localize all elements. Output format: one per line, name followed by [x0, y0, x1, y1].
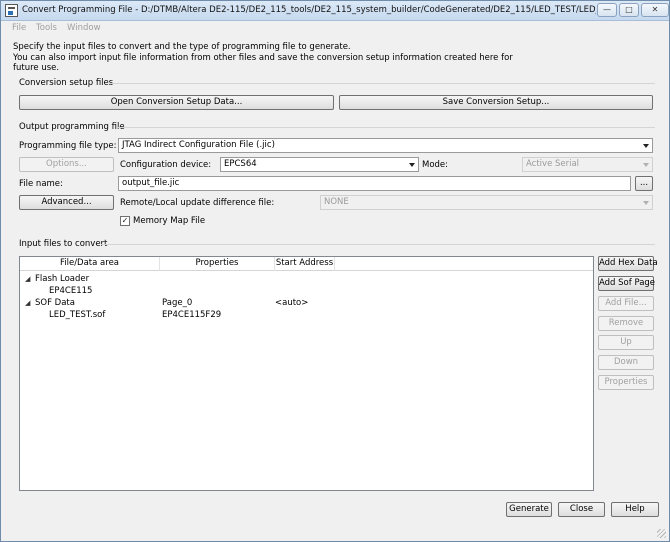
intro-line: future use.: [13, 63, 60, 73]
configuration-device-value: EPCS64: [224, 159, 257, 169]
open-conversion-setup-button[interactable]: Open Conversion Setup Data...: [19, 95, 334, 110]
chevron-down-icon: [409, 163, 415, 167]
column-start-address[interactable]: Start Address: [275, 257, 335, 271]
tree-header: File/Data area Properties Start Address: [20, 257, 593, 271]
memory-map-label: Memory Map File: [133, 216, 206, 226]
options-button[interactable]: Options...: [19, 157, 114, 172]
programming-file-type-label: Programming file type:: [19, 141, 117, 151]
chevron-down-icon: [643, 163, 649, 167]
remove-button[interactable]: Remove: [598, 316, 654, 331]
convert-programming-file-window: Convert Programming File - D:/DTMB/Alter…: [0, 0, 670, 542]
column-file-data-area[interactable]: File/Data area: [20, 257, 160, 271]
programming-file-type-select[interactable]: JTAG Indirect Configuration File (.jic): [118, 138, 653, 153]
configuration-device-label: Configuration device:: [120, 160, 212, 170]
menu-window[interactable]: Window: [67, 23, 101, 33]
minimize-button[interactable]: —: [597, 3, 617, 17]
add-file-button[interactable]: Add File...: [598, 296, 654, 311]
close-button[interactable]: Close: [558, 502, 605, 517]
remote-local-update-value: NONE: [324, 197, 349, 207]
mode-label: Mode:: [422, 160, 449, 170]
menu-bar: File Tools Window: [1, 21, 669, 36]
configuration-device-select[interactable]: EPCS64: [220, 157, 419, 172]
advanced-button[interactable]: Advanced...: [19, 195, 114, 210]
menu-tools[interactable]: Tools: [36, 23, 57, 33]
tree-row-sof-file[interactable]: LED_TEST.sof EP4CE115F29: [20, 310, 593, 321]
maximize-button[interactable]: □: [619, 3, 639, 17]
collapse-arrow-icon[interactable]: ◢: [25, 299, 30, 307]
tree-row-name: SOF Data: [35, 298, 75, 308]
intro-line: You can also import input file informati…: [13, 52, 513, 63]
up-button[interactable]: Up: [598, 335, 654, 350]
add-hex-data-button[interactable]: Add Hex Data: [598, 256, 658, 271]
mode-select[interactable]: Active Serial: [522, 157, 653, 172]
remote-local-update-select[interactable]: NONE: [320, 195, 653, 210]
chevron-down-icon: [643, 201, 649, 205]
memory-map-checkbox[interactable]: ✓: [120, 216, 130, 226]
tree-row-name: EP4CE115: [49, 286, 93, 296]
tree-row-properties: Page_0: [162, 298, 193, 308]
collapse-arrow-icon[interactable]: ◢: [25, 275, 30, 283]
input-files-tree[interactable]: File/Data area Properties Start Address …: [19, 256, 594, 491]
conversion-setup-group-label: Conversion setup files: [19, 78, 114, 88]
browse-button[interactable]: ...: [635, 176, 653, 191]
app-icon: [5, 4, 18, 17]
input-group-label: Input files to convert: [19, 239, 108, 249]
file-name-label: File name:: [19, 179, 63, 189]
output-group-label: Output programming file: [19, 122, 125, 132]
help-button[interactable]: Help: [611, 502, 659, 517]
group-divider: [109, 83, 655, 84]
tree-row-sof-data[interactable]: ◢ SOF Data Page_0 <auto>: [20, 298, 593, 309]
down-button[interactable]: Down: [598, 355, 654, 370]
intro-text: Specify the input files to convert and t…: [13, 42, 513, 74]
intro-line: Specify the input files to convert and t…: [13, 42, 351, 52]
tree-row-start-address: <auto>: [275, 298, 309, 308]
window-title: Convert Programming File - D:/DTMB/Alter…: [22, 5, 596, 15]
column-properties[interactable]: Properties: [160, 257, 275, 271]
tree-row-flash-loader[interactable]: ◢ Flash Loader: [20, 274, 593, 285]
save-conversion-setup-button[interactable]: Save Conversion Setup...: [339, 95, 653, 110]
group-divider: [101, 244, 655, 245]
tree-row-name: Flash Loader: [35, 274, 90, 284]
mode-value: Active Serial: [526, 159, 580, 169]
title-bar[interactable]: Convert Programming File - D:/DTMB/Alter…: [1, 1, 669, 21]
chevron-down-icon: [643, 144, 649, 148]
generate-button[interactable]: Generate: [506, 502, 552, 517]
resize-grip-icon[interactable]: [657, 529, 666, 538]
remote-local-update-label: Remote/Local update difference file:: [120, 198, 275, 208]
properties-button[interactable]: Properties: [598, 375, 654, 390]
add-sof-page-button[interactable]: Add Sof Page: [598, 276, 655, 291]
tree-row-name: LED_TEST.sof: [49, 310, 106, 320]
menu-file[interactable]: File: [12, 23, 26, 33]
programming-file-type-value: JTAG Indirect Configuration File (.jic): [122, 140, 275, 150]
tree-row-device[interactable]: EP4CE115: [20, 286, 593, 297]
group-divider: [117, 127, 655, 128]
close-window-button[interactable]: ✕: [641, 3, 669, 17]
file-name-input[interactable]: output_file.jic: [118, 176, 631, 191]
tree-row-properties: EP4CE115F29: [162, 310, 222, 320]
